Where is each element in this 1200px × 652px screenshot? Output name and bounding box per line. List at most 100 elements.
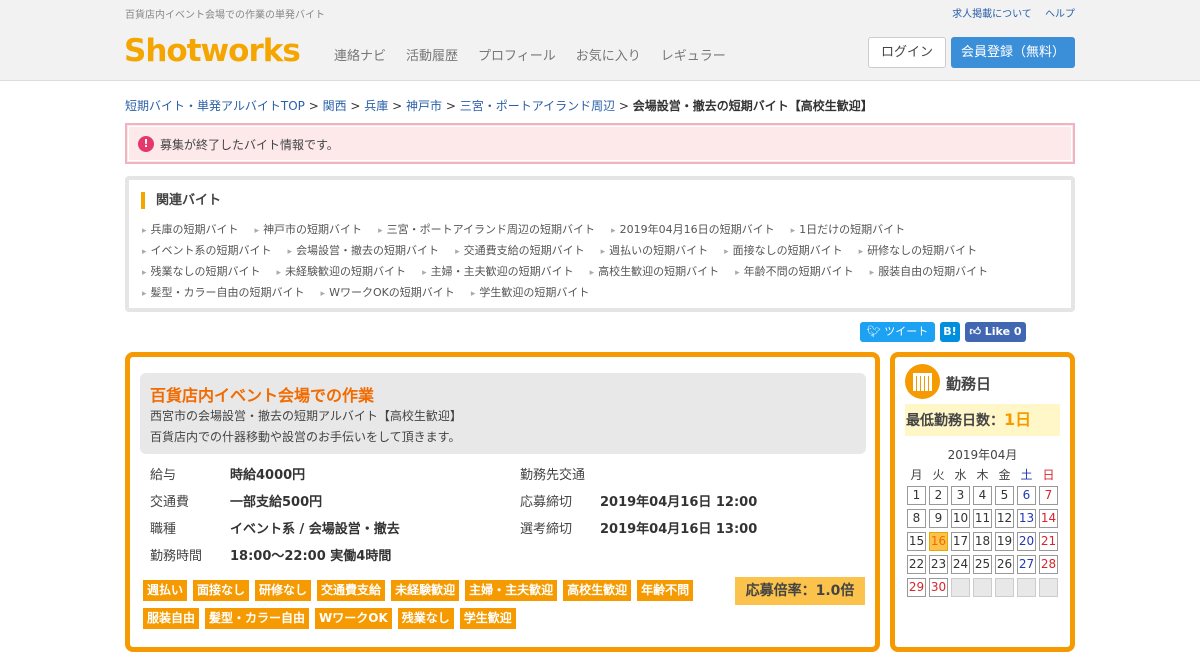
tag[interactable]: 学生歓迎	[459, 608, 516, 629]
tag[interactable]: 未経験歓迎	[391, 580, 460, 601]
calendar-empty-cell	[1017, 578, 1036, 597]
calendar-grid: 月火水木金土日 1 2 3 4 5 6 7 8 9 10 11 12 13 14 15 16 17 18 19 20 21…	[907, 466, 1058, 597]
related-link[interactable]: 交通費支給の短期バイト	[455, 242, 585, 258]
related-link[interactable]: 年齢不問の短期バイト	[735, 263, 854, 279]
related-link[interactable]: 週払いの短期バイト	[601, 242, 708, 258]
tag[interactable]: 主婦・主夫歓迎	[465, 580, 558, 601]
nav-contact[interactable]: 連絡ナビ	[334, 45, 386, 64]
tag[interactable]: 研修なし	[255, 580, 312, 601]
related-link[interactable]: 面接なしの短期バイト	[724, 242, 843, 258]
related-heading: 関連バイト	[141, 192, 221, 209]
calendar-day: 20	[1017, 532, 1036, 551]
calendar-empty-cell	[973, 578, 992, 597]
calendar-day: 28	[1039, 555, 1058, 574]
calendar-day: 27	[1017, 555, 1036, 574]
calendar-day: 4	[973, 486, 992, 505]
calendar-icon	[905, 364, 940, 399]
info-value: 2019年04月16日 13:00	[600, 522, 758, 537]
calendar-empty-cell	[995, 578, 1014, 597]
login-button[interactable]: ログイン	[868, 37, 946, 68]
tag[interactable]: 年齢不問	[637, 580, 694, 601]
calendar-day: 23	[929, 555, 948, 574]
related-link[interactable]: 未経験歓迎の短期バイト	[277, 263, 406, 279]
breadcrumb-sannomiya[interactable]: 三宮・ポートアイランド周辺	[460, 99, 615, 113]
nav-regular[interactable]: レギュラー	[661, 45, 726, 64]
breadcrumb-current: 会場設営・撤去の短期バイト【高校生歓迎】	[632, 99, 873, 113]
tag[interactable]: 面接なし	[193, 580, 250, 601]
calendar-day: 17	[951, 532, 970, 551]
calendar-empty-cell	[1039, 578, 1058, 597]
breadcrumb-kobe[interactable]: 神戸市	[406, 99, 442, 113]
calendar-day: 6	[1017, 486, 1036, 505]
tag[interactable]: 残業なし	[397, 608, 454, 629]
related-link[interactable]: 学生歓迎の短期バイト	[471, 284, 589, 300]
calendar-day: 12	[995, 509, 1014, 528]
breadcrumb-sep: >	[615, 99, 633, 113]
tag[interactable]: 週払い	[143, 580, 188, 601]
breadcrumb-hyogo[interactable]: 兵庫	[364, 99, 388, 113]
related-link[interactable]: 兵庫の短期バイト	[142, 221, 239, 237]
tag[interactable]: 髪型・カラー自由	[205, 608, 310, 629]
tag[interactable]: WワークOK	[315, 608, 392, 629]
info-label: 給与	[150, 468, 177, 483]
related-link[interactable]: WワークOKの短期バイト	[321, 284, 455, 300]
weekday-header: 土	[1020, 468, 1033, 482]
job-title-box: 百貨店内イベント会場での作業 西宮市の会場設営・撤去の短期アルバイト【高校生歓迎…	[140, 373, 866, 454]
calendar-day: 13	[1017, 509, 1036, 528]
facebook-like-button[interactable]: 👍︎ Like 0	[965, 322, 1026, 342]
related-link[interactable]: 高校生歓迎の短期バイト	[590, 263, 719, 279]
related-link[interactable]: 主婦・主夫歓迎の短期バイト	[422, 263, 574, 279]
job-description: 百貨店内での什器移動や設営のお手伝いをして頂きます。	[150, 430, 461, 444]
nav-history[interactable]: 活動履歴	[406, 45, 458, 64]
tag[interactable]: 交通費支給	[317, 580, 386, 601]
breadcrumb-top[interactable]: 短期バイト・単発アルバイトTOP	[125, 99, 305, 113]
calendar-day: 24	[951, 555, 970, 574]
alert-text: 募集が終了したバイト情報です。	[160, 138, 339, 152]
related-link[interactable]: 服装自由の短期バイト	[870, 263, 988, 279]
calendar-day: 2	[929, 486, 948, 505]
related-link[interactable]: 1日だけの短期バイト	[791, 221, 905, 237]
job-card: 百貨店内イベント会場での作業 西宮市の会場設営・撤去の短期アルバイト【高校生歓迎…	[125, 352, 880, 652]
related-link[interactable]: 会場設営・撤去の短期バイト	[288, 242, 439, 258]
tag[interactable]: 服装自由	[143, 608, 200, 629]
info-value: 時給4000円	[230, 468, 306, 483]
twitter-bird-icon: 🐦︎	[866, 325, 885, 338]
calendar-empty-cell	[951, 578, 970, 597]
related-link[interactable]: 三宮・ポートアイランド周辺の短期バイト	[378, 221, 595, 237]
related-link[interactable]: 2019年04月16日の短期バイト	[611, 221, 775, 237]
breadcrumb-sep: >	[346, 99, 365, 113]
related-link[interactable]: イベント系の短期バイト	[142, 242, 272, 258]
breadcrumb-sep: >	[388, 99, 406, 113]
related-link[interactable]: 髪型・カラー自由の短期バイト	[142, 284, 305, 300]
top-bar: 百貨店内イベント会場での作業の単発バイト 求人掲載について ヘルプ	[0, 0, 1200, 25]
calendar-day: 3	[951, 486, 970, 505]
weekday-header: 月	[910, 468, 923, 482]
tweet-button[interactable]: 🐦︎ ツイート	[860, 322, 935, 342]
register-button[interactable]: 会員登録（無料）	[951, 37, 1075, 68]
logo[interactable]: Shotworks	[124, 33, 301, 69]
related-link[interactable]: 残業なしの短期バイト	[142, 263, 261, 279]
calendar-day: 10	[951, 509, 970, 528]
info-label: 職種	[150, 522, 177, 537]
application-rate: 応募倍率：1.0倍	[735, 577, 865, 605]
nav-profile[interactable]: プロフィール	[478, 45, 556, 64]
breadcrumb-kansai[interactable]: 関西	[323, 99, 347, 113]
weekday-header: 木	[976, 468, 989, 482]
listing-info-link[interactable]: 求人掲載について	[952, 9, 1032, 20]
info-label: 勤務先交通	[520, 468, 586, 483]
feature-tags: 週払い 面接なし 研修なし 交通費支給 未経験歓迎 主婦・主夫歓迎 高校生歓迎 …	[143, 580, 723, 636]
tag[interactable]: 高校生歓迎	[563, 580, 632, 601]
calendar-day: 16	[929, 532, 948, 551]
job-subtitle: 西宮市の会場設営・撤去の短期アルバイト【高校生歓迎】	[150, 409, 462, 423]
calendar-day: 25	[973, 555, 992, 574]
site-header: Shotworks 連絡ナビ 活動履歴 プロフィール お気に入り レギュラー ロ…	[0, 25, 1200, 81]
calendar-day: 29	[907, 578, 926, 597]
related-link[interactable]: 神戸市の短期バイト	[255, 221, 362, 237]
related-link[interactable]: 研修なしの短期バイト	[859, 242, 977, 258]
weekday-header: 日	[1042, 468, 1055, 482]
thumbs-up-icon: 👍︎	[969, 325, 985, 338]
nav-favorites[interactable]: お気に入り	[576, 45, 641, 64]
alert-icon: !	[138, 136, 154, 152]
hatena-bookmark-button[interactable]: B!	[940, 322, 960, 342]
help-link[interactable]: ヘルプ	[1045, 9, 1075, 20]
